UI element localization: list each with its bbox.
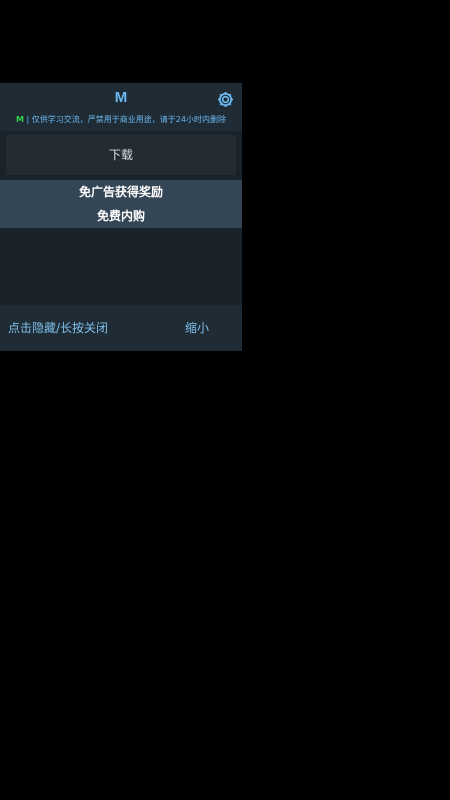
menu-item-ad-free-reward[interactable]: 免广告获得奖励 <box>0 180 242 204</box>
mod-menu-panel: M M | 仅供学习交流，严禁用于商业用途，请于24小时内删除 下载 免广告获得… <box>0 83 242 351</box>
panel-header: M M | 仅供学习交流，严禁用于商业用途，请于24小时内删除 <box>0 83 242 131</box>
menu-item-free-iap[interactable]: 免费内购 <box>0 204 242 228</box>
content-area <box>0 228 242 305</box>
download-button[interactable]: 下载 <box>6 135 236 175</box>
panel-footer: 点击隐藏/长按关闭 缩小 <box>0 305 242 351</box>
feature-section: 免广告获得奖励 免费内购 <box>0 180 242 228</box>
minimize-button[interactable]: 缩小 <box>185 305 209 351</box>
panel-title: M <box>114 89 128 106</box>
disclaimer-notice: M | 仅供学习交流，严禁用于商业用途，请于24小时内删除 <box>0 114 242 126</box>
gear-icon[interactable] <box>216 90 235 109</box>
notice-brand: M <box>16 115 24 124</box>
notice-text: | 仅供学习交流，严禁用于商业用途，请于24小时内删除 <box>24 115 226 124</box>
hide-close-button[interactable]: 点击隐藏/长按关闭 <box>8 305 108 351</box>
